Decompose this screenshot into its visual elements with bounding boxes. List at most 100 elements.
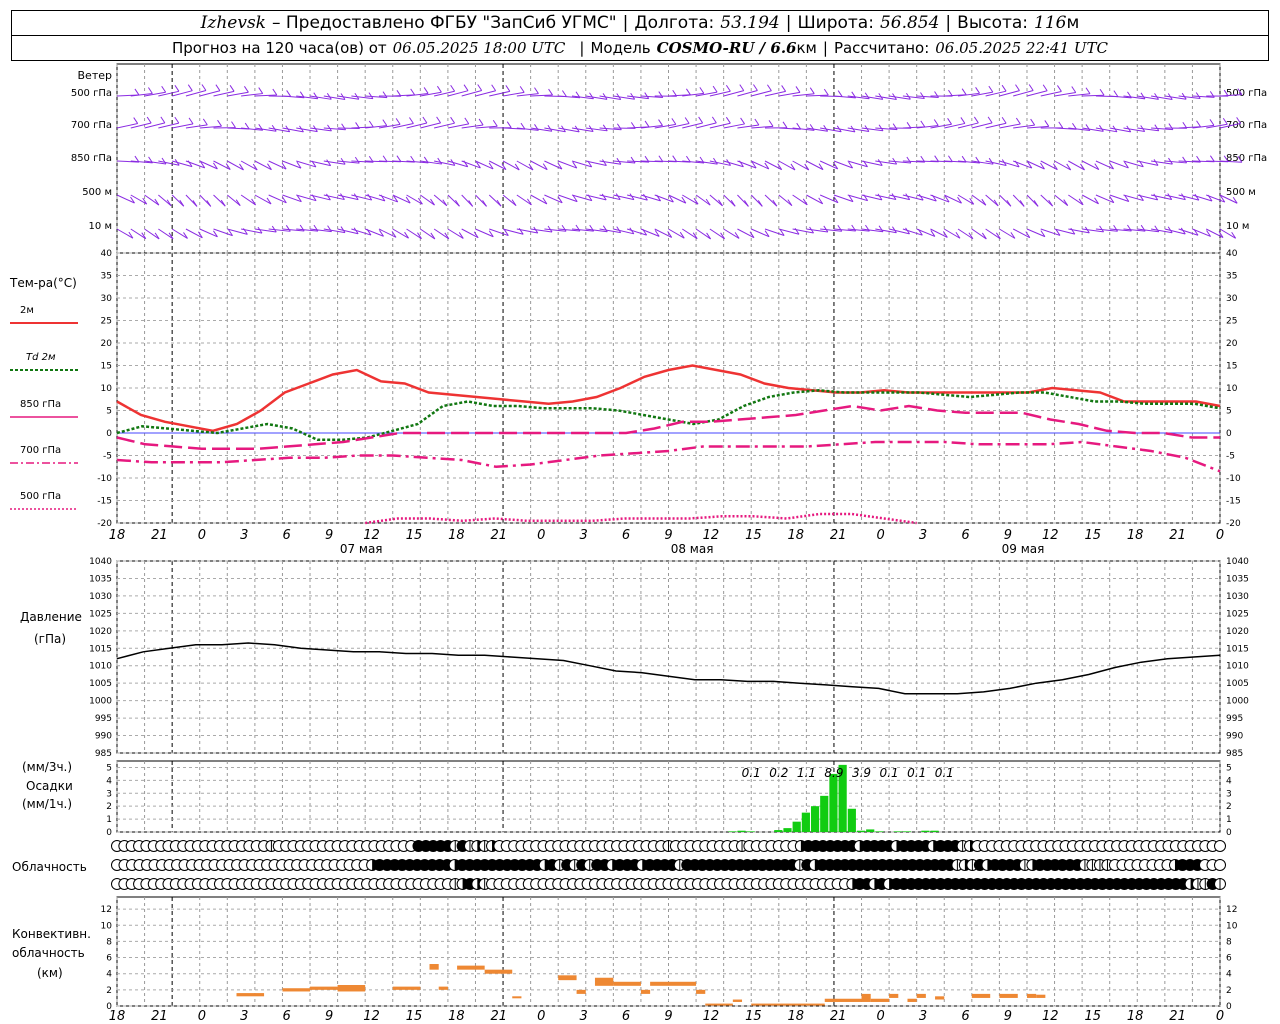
wind-barb-feather (960, 117, 966, 124)
press-ytick-right: 1020 (1226, 627, 1249, 637)
time-tick-bottom: 12 (703, 1009, 720, 1024)
precip-ytick-left: 1 (106, 815, 112, 825)
time-tick-top: 21 (830, 528, 847, 543)
press-ytick-left: 1020 (89, 627, 112, 637)
time-tick-top: 0 (198, 528, 206, 543)
wind-barb-feather (286, 90, 292, 97)
conv-bar (512, 996, 522, 999)
time-tick-top: 3 (240, 528, 248, 543)
conv-bar (1036, 994, 1046, 998)
conv-bar (916, 993, 926, 998)
temp-ytick-right: 5 (1226, 407, 1232, 417)
precip-bar (866, 829, 875, 832)
press-ytick-left: 1040 (89, 557, 112, 567)
wind-barb-feather (1030, 118, 1036, 126)
temp-ytick-left: 35 (101, 272, 112, 282)
wind-barb-feather (188, 117, 194, 125)
temp-ytick-right: 0 (1226, 429, 1232, 439)
wind-barb-feather (548, 88, 553, 96)
wind-barb-feather (781, 85, 787, 92)
press-ytick-left: 985 (95, 749, 112, 759)
time-tick-top: 0 (537, 528, 545, 543)
time-tick-bottom: 3 (919, 1009, 927, 1024)
wind-barb-feather (244, 86, 249, 93)
press-ytick-right: 1035 (1226, 574, 1249, 584)
time-tick-top: 3 (919, 528, 927, 543)
panel-frame-wind (116, 63, 1221, 254)
temp-title: Тем-ра(°C) (9, 276, 77, 290)
cloud-title: Облачность (12, 860, 87, 874)
time-tick-top: 18 (448, 528, 465, 543)
legend-label-4: 500 гПа (20, 491, 61, 502)
precip-bar (801, 812, 810, 832)
wind-barb-feather (740, 117, 746, 125)
precip-bar (875, 831, 884, 832)
wind-barb-feather (354, 156, 360, 164)
wind-barb-feather (133, 117, 139, 124)
precip-ytick-left: 3 (106, 789, 112, 799)
wind-barb-feather (341, 123, 347, 131)
wind-barb-feather (561, 225, 567, 232)
time-tick-top: 12 (363, 528, 380, 543)
wind-barb (985, 228, 1001, 240)
precip-bar (728, 831, 737, 832)
precip-bar (774, 830, 783, 832)
wind-barb-feather (1071, 86, 1077, 93)
time-tick-bottom: 21 (491, 1009, 508, 1024)
conv-bar (558, 975, 577, 981)
wind-barb (116, 228, 134, 239)
temp-ytick-right: 25 (1226, 317, 1237, 327)
time-tick-top: 6 (622, 528, 630, 543)
time-tick-bottom: 0 (198, 1009, 206, 1024)
conv-bar (971, 993, 991, 998)
wind-barb-feather (258, 87, 264, 94)
wind-barb-feather (436, 85, 442, 93)
press-ytick-left: 995 (95, 714, 112, 724)
wind-barb (171, 194, 185, 207)
wind-barb (213, 194, 226, 207)
wind-barb-feather (534, 87, 539, 94)
wind-barb-feather (947, 118, 952, 125)
wind-barb-feather (478, 118, 484, 126)
wind-barb (488, 194, 502, 207)
press-ytick-right: 995 (1226, 714, 1243, 724)
wind-level-label-right: 500 гПа (1226, 88, 1267, 99)
precip-ytick-right: 4 (1226, 776, 1232, 786)
wind-barb-feather (1057, 85, 1062, 92)
wind-barb-feather (739, 84, 745, 91)
conv-ytick-left: 2 (106, 986, 112, 996)
legend-label-0: 2м (20, 305, 34, 316)
precip-bar (930, 830, 939, 832)
wind-barb (240, 194, 256, 206)
time-tick-bottom: 6 (961, 1009, 969, 1024)
wind-barb-feather (1209, 119, 1215, 126)
temp-ytick-left: -10 (97, 474, 112, 484)
wind-barb-feather (766, 84, 772, 92)
press-ytick-right: 1015 (1226, 644, 1249, 654)
wind-barb (764, 194, 778, 207)
wind-barb-feather (1168, 123, 1174, 130)
wind-barb-feather (712, 85, 718, 93)
time-tick-bottom: 21 (830, 1009, 847, 1024)
temp-ytick-right: -5 (1226, 452, 1235, 462)
wind-barb-feather (1015, 117, 1021, 125)
cloud-circle (1214, 859, 1226, 871)
time-tick-bottom: 15 (1084, 1009, 1101, 1024)
time-tick-top: 9 (1004, 528, 1012, 543)
wind-barb-feather (463, 84, 469, 91)
precip-bar (746, 831, 755, 832)
wind-barb-feather (492, 119, 498, 127)
legend-label-3: 700 гПа (20, 445, 61, 456)
wind-barb-feather (671, 118, 677, 125)
wind-barb-feather (630, 156, 636, 164)
time-tick-bottom: 3 (580, 1009, 588, 1024)
time-tick-bottom: 21 (151, 1009, 168, 1024)
temp-ytick-right: 20 (1226, 339, 1238, 349)
wind-barb-feather (215, 84, 221, 91)
precip-bar (856, 830, 866, 832)
temp-ytick-left: 10 (101, 384, 113, 394)
wind-barb-feather (174, 85, 180, 92)
temp-ytick-right: 40 (1226, 249, 1238, 259)
wind-level-label-right: 850 гПа (1226, 153, 1267, 164)
wind-barb-feather (658, 119, 663, 126)
